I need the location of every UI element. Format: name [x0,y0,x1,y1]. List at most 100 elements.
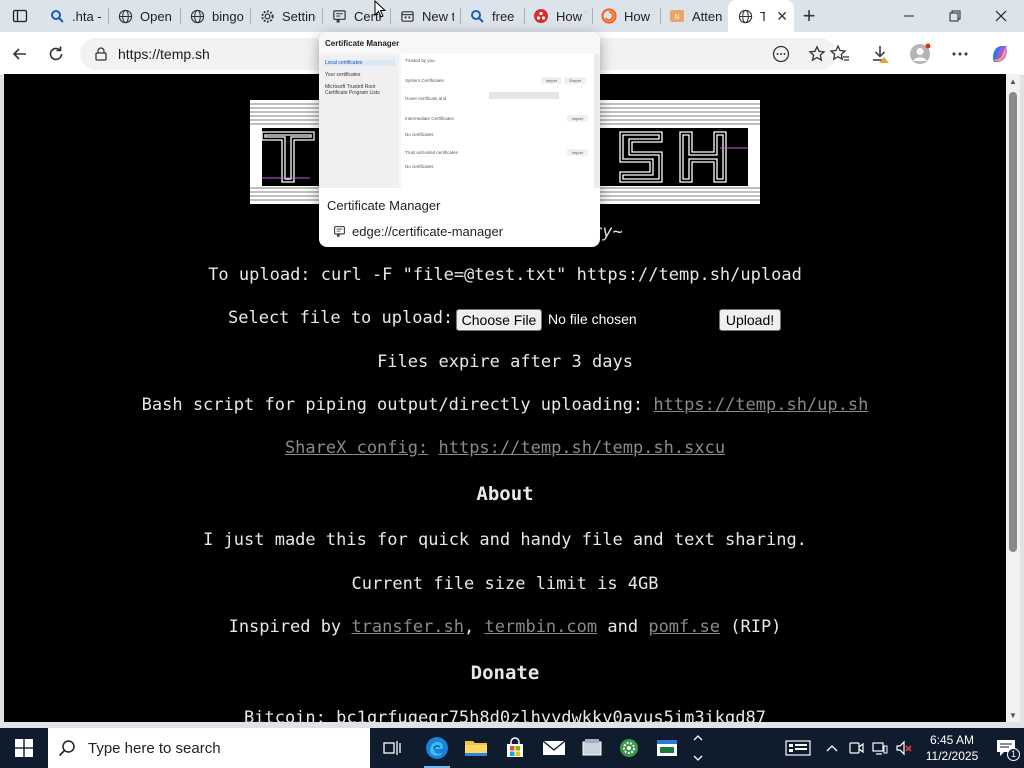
search-placeholder: Type here to search [88,739,221,757]
taskbar-overflow[interactable] [688,728,708,768]
preview-row: Trust untrusted certificates [405,150,458,155]
meet-icon [849,742,864,754]
more-actions-circle-icon[interactable] [772,45,790,63]
certificate-icon [331,8,347,24]
taskbar-app-window[interactable] [573,728,611,768]
tab-hta-search[interactable]: .hta - S [40,0,108,32]
downloads-button[interactable] [864,38,896,70]
favorites-icon [830,44,849,61]
volume-button[interactable] [892,728,916,768]
address-bar-actions [772,38,826,70]
tab-settings[interactable]: Setting [250,0,322,32]
windows-taskbar: Type here to search 6:45 AM 11/2/2025 1 [0,728,1024,768]
profile-button[interactable] [904,38,936,70]
tab-title: Attent [692,8,722,24]
scroll-down-icon[interactable]: ▼ [1006,708,1020,722]
inspired-and: and [607,617,639,637]
lock-icon[interactable] [94,47,108,61]
choose-file-button[interactable]: Choose File [456,309,542,331]
task-view-button[interactable] [373,728,411,768]
windows-logo-icon [15,739,33,757]
address-url[interactable]: https://temp.sh [118,46,210,62]
bitcoin-address: Bitcoin: bc1qrfugegr75h8d0zlhyydwkky0ayu… [244,708,766,722]
preview-window-title: Certificate Manager [325,39,400,48]
settings-more-button[interactable] [944,38,976,70]
page-scrollbar[interactable]: ▲ ▼ [1006,74,1020,722]
copilot-icon [993,46,1007,62]
copilot-button[interactable] [984,38,1016,70]
toolbar-right [824,32,1016,76]
tab-hover-preview[interactable]: Certificate Manager Local certificates Y… [319,32,600,247]
scrollbar-thumb[interactable] [1009,92,1017,552]
scroll-up-icon[interactable]: ▲ [1006,74,1020,88]
preview-url: edge://certificate-manager [352,224,504,239]
preview-sidebar: Local certificates Your certificates Mic… [319,54,399,188]
tab-free-rc[interactable]: free rc [460,0,524,32]
hidden-icons-button[interactable] [820,728,844,768]
svg-text:N: N [674,13,679,21]
tab-open[interactable]: Open [108,0,180,32]
preview-row: System Certificates [405,78,444,83]
search-icon [469,8,485,24]
new-tab-button[interactable]: + [794,0,824,32]
meet-now-button[interactable] [844,728,868,768]
tab-attention[interactable]: N Attent [660,0,728,32]
preview-url-row: edge://certificate-manager [333,224,503,239]
tab-actions-button[interactable] [0,0,40,32]
taskbar-edge[interactable] [418,728,456,768]
tab-new-tab[interactable]: New ta [390,0,460,32]
close-tab-icon[interactable]: ✕ [776,8,788,25]
tab-temp-sh-active[interactable]: Te ✕ [728,0,794,32]
tab-how-t-1[interactable]: How T [524,0,592,32]
close-icon [995,10,1007,22]
tab-title: Te [760,8,766,24]
back-button[interactable] [2,36,38,72]
new-tab-icon [399,8,415,24]
close-window-button[interactable] [978,0,1024,32]
taskbar-file-explorer[interactable] [457,728,495,768]
preview-button: Import [540,77,562,84]
favorites-button[interactable] [824,38,856,70]
preview-thumbnail: Certificate Manager Local certificates Y… [319,32,600,188]
taskbar-search[interactable]: Type here to search [48,728,370,768]
preview-row: Trusted by you [405,58,435,63]
tab-bingo[interactable]: bingo [180,0,250,32]
clock[interactable]: 6:45 AM 11/2/2025 [916,732,988,764]
system-tray: 6:45 AM 11/2/2025 1 [776,728,1024,768]
network-button[interactable] [868,728,892,768]
tab-how-t-2[interactable]: How t [592,0,660,32]
search-icon [58,740,75,757]
preview-sidebar-item: Your certificates [325,72,361,78]
transfer-sh-link[interactable]: transfer.sh [351,617,464,637]
inspired-suffix: (RIP) [730,617,782,637]
upload-button[interactable]: Upload! [719,309,781,331]
taskbar-mail[interactable] [535,728,573,768]
termbin-link[interactable]: termbin.com [485,617,598,637]
tab-title: bingo [212,8,244,24]
minimize-button[interactable] [886,0,932,32]
network-icon [872,742,888,755]
sharex-label-link[interactable]: ShareX config: [285,438,428,458]
taskbar-terminal[interactable] [648,728,686,768]
taskbar-settings-app[interactable] [610,728,648,768]
select-file-label: Select file to upload: [228,308,454,328]
preview-row: No certificates [405,132,434,137]
tab-title: free rc [492,8,518,24]
sharex-config-link[interactable]: https://temp.sh/temp.sh.sxcu [438,438,725,458]
bash-script-line: Bash script for piping output/directly u… [4,395,1006,415]
gear-icon [259,8,275,24]
bash-script-link[interactable]: https://temp.sh/up.sh [653,395,868,415]
no-file-status: No file chosen [548,311,637,327]
refresh-button[interactable] [38,36,74,72]
inspired-line: Inspired by transfer.sh, termbin.com and… [4,617,1006,637]
restore-button[interactable] [932,0,978,32]
pomf-link[interactable]: pomf.se [648,617,720,637]
notifications-button[interactable]: 1 [988,728,1024,768]
keyboard-layout-button[interactable] [776,728,820,768]
tab-title: Open [140,8,172,24]
taskbar-store[interactable] [496,728,534,768]
tab-list: .hta - S Open bingo Setting Certi New ta… [40,0,794,32]
bash-script-label: Bash script for piping output/directly u… [141,395,644,415]
globe-icon [189,8,205,24]
start-button[interactable] [0,728,48,768]
